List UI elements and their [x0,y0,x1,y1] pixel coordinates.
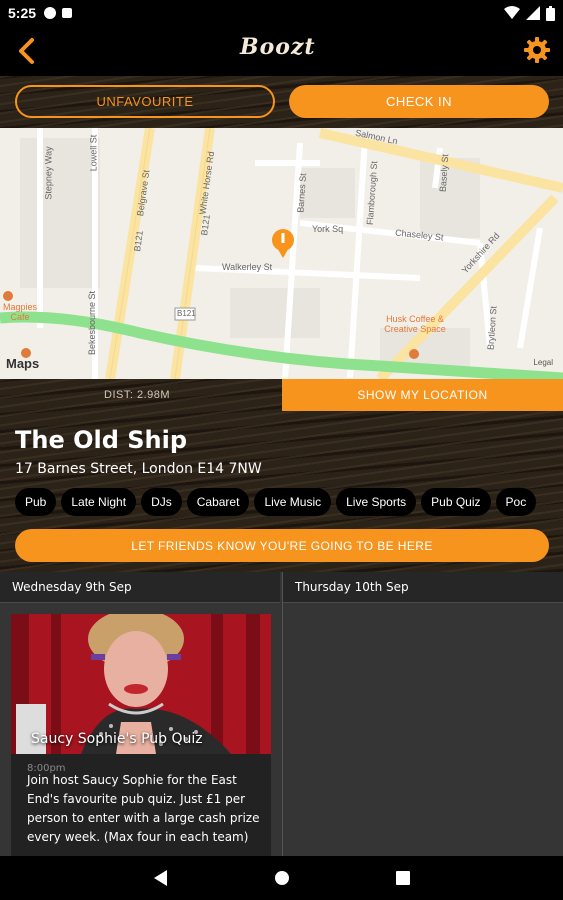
event-description: Join host Saucy Sophie for the East End'… [27,773,260,844]
event-image: Saucy Sophie's Pub Quiz [11,614,271,754]
street-label: Stepney Way [43,146,54,200]
venue-map[interactable]: Stepney Way Belgrave St White Horse Rd W… [0,128,563,379]
tag-chip[interactable]: Cabaret [186,488,250,516]
day-column: Wednesday 9th Sep Saucy Sophie's Pub Qui… [0,572,280,864]
distance-label: DIST: 2.98M [104,389,171,401]
venue-name: The Old Ship [15,426,188,454]
nav-home-icon[interactable] [272,868,292,888]
tag-chip[interactable]: Live Sports [336,488,417,516]
unfavourite-button[interactable]: UNFAVOURITE [15,85,275,118]
nav-back-icon[interactable] [151,868,171,888]
tag-chip[interactable]: Live Music [254,488,332,516]
show-my-location-button[interactable]: SHOW MY LOCATION [282,379,563,411]
signal-icon [526,6,540,20]
poi-coffee-icon [409,349,419,359]
day-header: Wednesday 9th Sep [0,572,280,603]
event-schedule: Wednesday 9th Sep Saucy Sophie's Pub Qui… [0,572,563,864]
street-label: Lowell St [88,134,99,172]
app-logo: Boozt [240,34,316,60]
poi-cafe-icon [3,291,13,301]
day-header: Thursday 10th Sep [283,572,563,603]
system-icons [504,5,555,21]
notification-g-icon [44,7,57,19]
day-column: Thursday 10th Sep [282,572,563,856]
street-label: Walkerley St [222,262,273,272]
tag-chip[interactable]: Poc [495,488,537,516]
battery-icon [546,5,555,21]
tag-chip[interactable]: Pub [15,488,57,516]
maps-attribution: Maps [6,356,40,371]
poi-label: Husk Coffee & Creative Space [384,314,446,334]
street-label: Bekesbourne St [87,290,98,356]
gear-icon[interactable] [523,36,551,64]
app-bar: Boozt [0,26,563,76]
status-time: 5:25 [8,5,37,21]
map-legal-link[interactable]: Legal [533,358,553,367]
street-label: York Sq [312,224,344,234]
venue-address: 17 Barnes Street, London E14 7NW [15,461,262,477]
event-card[interactable]: Saucy Sophie's Pub Quiz 8:00pm Join host… [11,614,271,864]
venue-action-row: UNFAVOURITE CHECK IN [0,76,563,128]
wifi-icon [504,6,520,19]
route-label: B121 [177,309,196,318]
notification-square-icon [62,8,73,18]
venue-tags[interactable]: Pub Late Night DJs Cabaret Live Music Li… [15,488,563,516]
notification-icons [44,7,73,19]
check-in-button[interactable]: CHECK IN [289,85,549,118]
venue-info: DIST: 2.98M SHOW MY LOCATION The Old Shi… [0,379,563,572]
status-bar: 5:25 [0,0,563,26]
system-nav-bar [0,856,563,900]
event-title: Saucy Sophie's Pub Quiz [31,731,203,747]
tag-chip[interactable]: Pub Quiz [421,488,491,516]
poi-label: Magpies Cafe [2,302,38,322]
tag-chip[interactable]: Late Night [61,488,137,516]
nav-recents-icon[interactable] [393,868,413,888]
tag-chip[interactable]: DJs [141,488,182,516]
let-friends-know-button[interactable]: LET FRIENDS KNOW YOU'RE GOING TO BE HERE [15,529,549,562]
back-arrow-icon[interactable] [12,36,42,66]
